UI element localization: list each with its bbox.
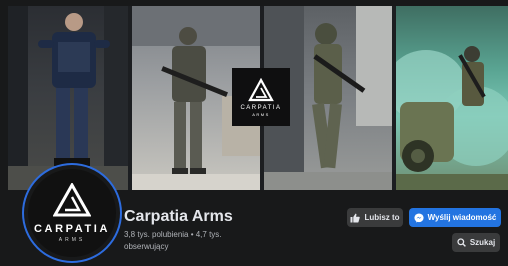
search-button-label: Szukaj [469, 238, 496, 247]
send-message-button[interactable]: Wyślij wiadomość [409, 208, 501, 227]
avatar-sub-text: ARMS [58, 237, 86, 243]
page-title[interactable]: Carpatia Arms [124, 208, 233, 226]
search-button[interactable]: Szukaj [452, 233, 500, 252]
thumbs-up-icon [350, 213, 361, 222]
search-icon [457, 238, 466, 247]
page-stats: 3,8 tys. polubienia • 4,7 tys. obserwują… [124, 230, 222, 251]
cover-logo-text: CARPATIA [240, 104, 282, 111]
cover-logo-subtext: ARMS [252, 111, 270, 117]
cover-panel-operator-vest [8, 6, 128, 190]
triangle-logo-icon [53, 183, 91, 217]
triangle-logo-icon [248, 77, 274, 101]
like-button-label: Lubisz to [364, 213, 400, 222]
avatar[interactable]: CARPATIA ARMS [24, 165, 120, 261]
smoke-vehicle-scene [396, 46, 508, 190]
messenger-icon [414, 213, 424, 223]
operator-figure [8, 6, 128, 190]
cover-photo[interactable]: CARPATIA ARMS [8, 6, 508, 190]
avatar-brand-text: CARPATIA [34, 223, 110, 235]
like-button[interactable]: Lubisz to [347, 208, 403, 227]
cover-logo: CARPATIA ARMS [232, 68, 290, 126]
cover-panel-smoke-vehicle [396, 6, 508, 190]
send-message-label: Wyślij wiadomość [427, 213, 497, 222]
